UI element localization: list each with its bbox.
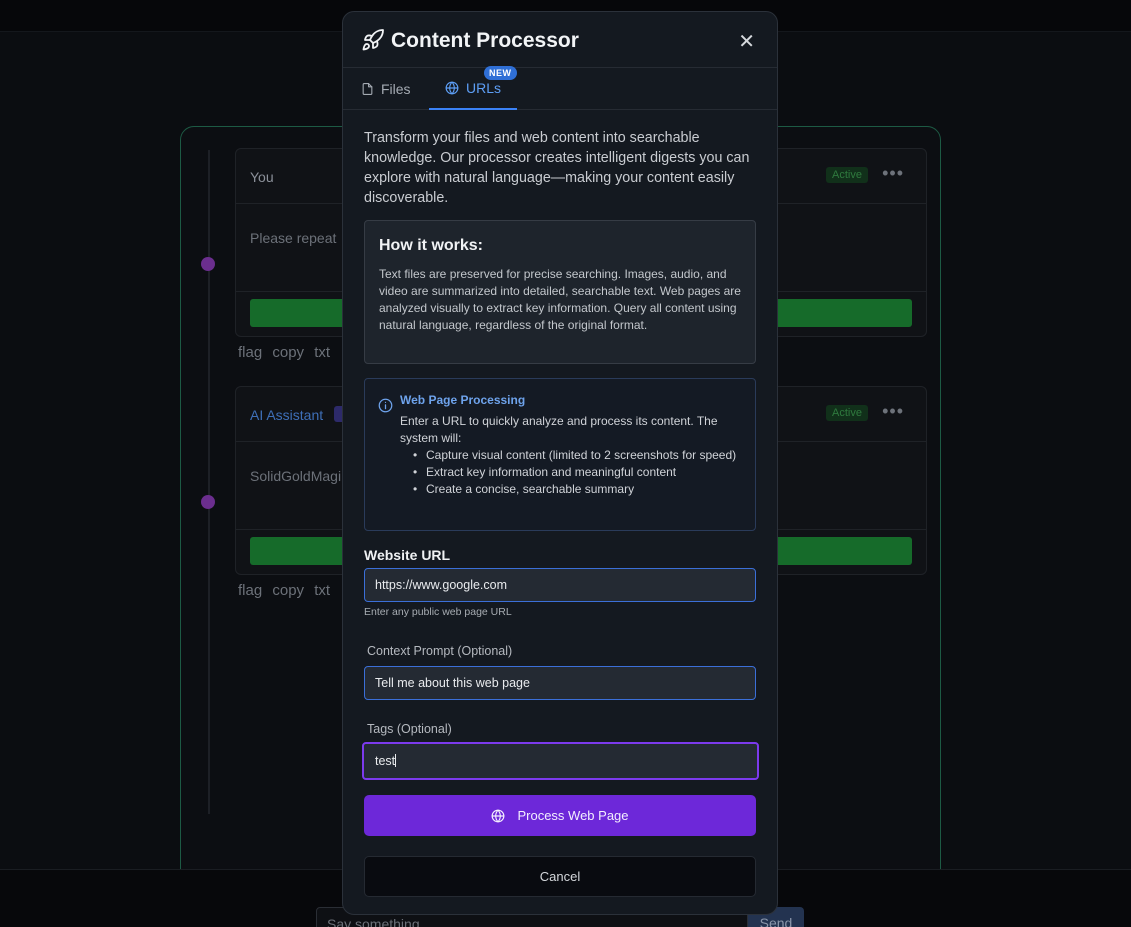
web-processing-text: Enter a URL to quickly analyze and proce… — [400, 414, 718, 445]
text-cursor — [395, 754, 397, 767]
list-item: Create a concise, searchable summary — [413, 481, 741, 498]
how-it-works-text: Text files are preserved for precise sea… — [379, 267, 741, 332]
tab-files-label: Files — [381, 81, 411, 97]
process-web-page-button[interactable]: Process Web Page — [364, 795, 756, 836]
message-text: SolidGoldMagi — [250, 468, 342, 484]
timeline-dot — [201, 495, 215, 509]
website-url-label: Website URL — [364, 547, 451, 563]
timeline-line — [208, 150, 210, 814]
message-actions[interactable]: flag copy txt — [238, 582, 330, 599]
cancel-label: Cancel — [539, 869, 581, 884]
message-author: You — [250, 169, 274, 185]
more-options-icon[interactable]: ••• — [882, 163, 904, 184]
web-processing-list: Capture visual content (limited to 2 scr… — [400, 447, 741, 498]
tags-label: Tags (Optional) — [367, 722, 452, 736]
tab-files[interactable]: Files — [361, 68, 411, 110]
tags-input-value: test — [375, 754, 396, 768]
tab-urls-label: URLs — [466, 80, 502, 96]
content-processor-modal: Content Processor ✕ Files URLs NEW Trans… — [342, 11, 778, 915]
website-url-hint: Enter any public web page URL — [364, 606, 512, 618]
list-item: Extract key information and meaningful c… — [413, 464, 741, 481]
modal-title: Content Processor — [391, 29, 579, 52]
status-badge: Active — [826, 167, 868, 183]
how-it-works-title: How it works: — [379, 237, 484, 254]
intro-text: Transform your files and web content int… — [364, 130, 750, 206]
context-prompt-label: Context Prompt (Optional) — [367, 644, 513, 658]
status-badge: Active — [826, 405, 868, 421]
timeline-dot — [201, 257, 215, 271]
info-icon — [378, 398, 393, 413]
globe-icon — [445, 81, 459, 95]
web-processing-title: Web Page Processing — [400, 393, 526, 407]
tags-input[interactable]: test — [362, 742, 759, 780]
file-icon — [362, 83, 373, 95]
globe-icon — [492, 809, 505, 822]
message-text: Please repeat — [250, 230, 337, 246]
message-actions[interactable]: flag copy txt — [238, 344, 330, 361]
how-it-works-panel: How it works: Text files are preserved f… — [364, 220, 756, 364]
message-author: AI Assistant — [250, 407, 324, 423]
new-badge: NEW — [484, 66, 517, 80]
context-prompt-input[interactable]: Tell me about this web page — [364, 666, 756, 700]
website-url-input[interactable]: https://www.google.com — [364, 568, 756, 602]
cancel-button[interactable]: Cancel — [364, 856, 756, 897]
process-web-page-label: Process Web Page — [517, 808, 629, 823]
rocket-icon — [362, 29, 384, 51]
web-processing-panel: Web Page Processing Enter a URL to quick… — [364, 378, 756, 531]
close-icon[interactable]: ✕ — [738, 29, 755, 54]
modal-header: Content Processor ✕ — [343, 12, 777, 68]
more-options-icon[interactable]: ••• — [882, 401, 904, 422]
list-item: Capture visual content (limited to 2 scr… — [413, 447, 741, 464]
tab-bar: Files URLs NEW — [343, 66, 777, 110]
